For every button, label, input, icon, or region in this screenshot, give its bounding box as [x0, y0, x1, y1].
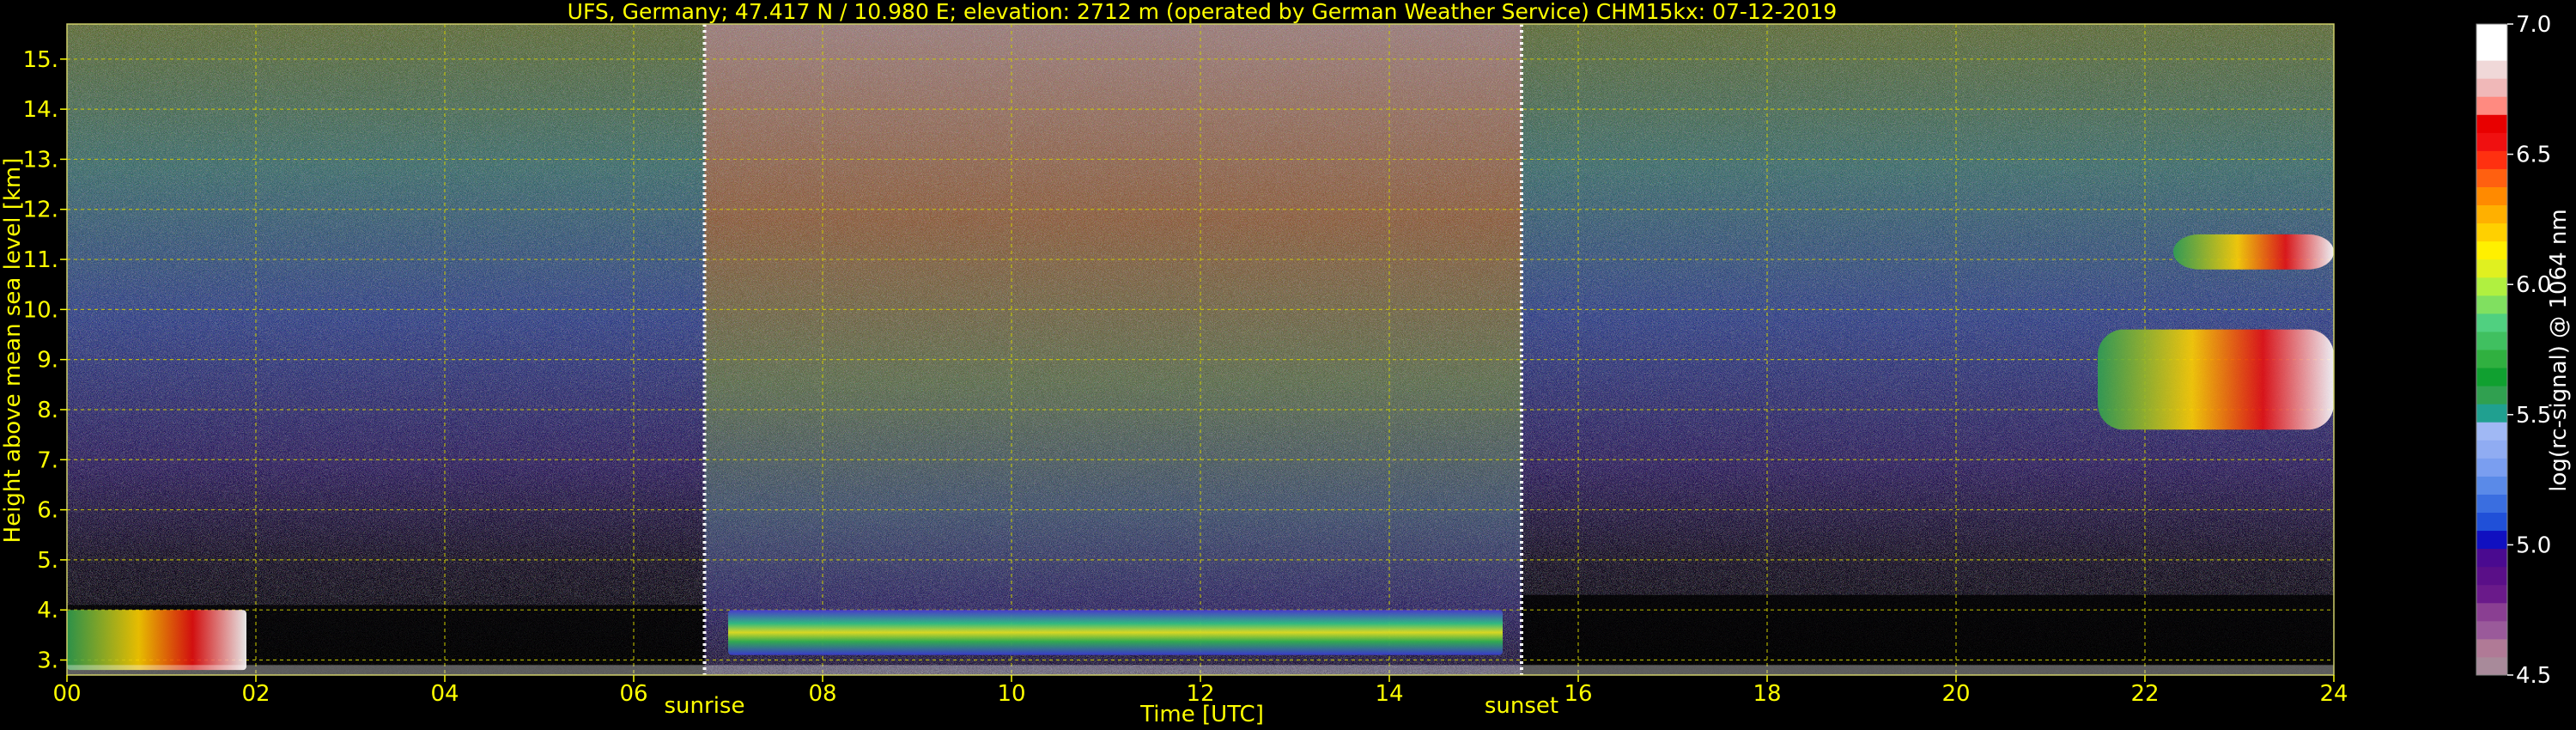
colorbar-swatch — [2476, 350, 2507, 368]
y-tick-label: 3. — [37, 648, 58, 674]
x-tick-label: 16 — [1564, 681, 1592, 707]
colorbar-swatch — [2476, 458, 2507, 477]
feature-high-cirrus-cloud — [2098, 329, 2334, 430]
colorbar-swatch — [2476, 277, 2507, 296]
colorbar-swatch — [2476, 476, 2507, 495]
x-tick-label: 10 — [997, 681, 1025, 707]
colorbar-swatch — [2476, 638, 2507, 658]
y-tick-label: 6. — [37, 498, 58, 524]
y-tick-label: 12. — [23, 198, 58, 223]
chart-svg: UFS, Germany; 47.417 N / 10.980 E; eleva… — [0, 0, 2572, 727]
y-axis-ticks: 3. 4. 5. 6. 7. 8. 9. 10. 11. 12. 13. 14. 15. — [23, 47, 67, 674]
x-tick-label: 24 — [2319, 681, 2348, 707]
feature-daytime-boundary-layer — [728, 610, 1503, 655]
colorbar-swatch — [2476, 656, 2507, 676]
y-tick-label: 10. — [23, 297, 58, 323]
colorbar-swatch — [2476, 440, 2507, 459]
lidar-chart: UFS, Germany; 47.417 N / 10.980 E; eleva… — [0, 0, 2576, 730]
x-tick-label: 04 — [430, 681, 459, 707]
colorbar-swatch — [2476, 42, 2507, 61]
colorbar-swatch — [2476, 168, 2507, 187]
marker-label-sunset: sunset — [1485, 693, 1558, 719]
colorbar-swatch — [2476, 494, 2507, 513]
colorbar-tick-label: 6.5 — [2516, 143, 2551, 168]
y-tick-label: 15. — [23, 47, 58, 73]
colorbar-swatch — [2476, 404, 2507, 423]
colorbar-swatch — [2476, 512, 2507, 532]
ground-return — [67, 665, 2334, 675]
colorbar-swatch — [2476, 566, 2507, 586]
colorbar-swatch — [2476, 295, 2507, 314]
y-tick-label: 9. — [37, 348, 58, 374]
x-tick-label: 22 — [2130, 681, 2159, 707]
colorbar-tick-label: 5.0 — [2516, 532, 2551, 558]
x-tick-label: 20 — [1941, 681, 1970, 707]
colorbar-swatch — [2476, 78, 2507, 97]
colorbar-swatch — [2476, 24, 2507, 43]
colorbar-swatch — [2476, 584, 2507, 604]
feature-night-residual-layer — [67, 610, 246, 671]
colorbar-swatch — [2476, 620, 2507, 640]
colorbar-swatch — [2476, 60, 2507, 79]
x-tick-label: 18 — [1753, 681, 1781, 707]
colorbar-swatch — [2476, 422, 2507, 441]
x-tick-label: 08 — [808, 681, 836, 707]
colorbar-swatch — [2476, 204, 2507, 224]
colorbar: 4.55.05.56.06.57.0 — [2476, 12, 2551, 689]
colorbar-swatch — [2476, 313, 2507, 332]
feature-upper-cirrus-cloud — [2173, 234, 2334, 270]
colorbar-swatch — [2476, 240, 2507, 260]
y-tick-label: 14. — [23, 97, 58, 123]
colorbar-swatch — [2476, 150, 2507, 169]
x-axis-label: Time [UTC] — [1139, 702, 1264, 727]
colorbar-swatch — [2476, 331, 2507, 350]
colorbar-swatch — [2476, 114, 2507, 133]
y-tick-label: 8. — [37, 398, 58, 423]
colorbar-swatch — [2476, 386, 2507, 405]
colorbar-swatch — [2476, 602, 2507, 622]
y-tick-label: 13. — [23, 147, 58, 173]
y-tick-label: 11. — [23, 247, 58, 273]
chart-title: UFS, Germany; 47.417 N / 10.980 E; eleva… — [568, 0, 1838, 24]
colorbar-swatch — [2476, 132, 2507, 151]
colorbar-swatch — [2476, 96, 2507, 115]
colorbar-swatch — [2476, 548, 2507, 568]
evening-lower-dark — [1522, 594, 2334, 675]
x-tick-label: 14 — [1375, 681, 1403, 707]
colorbar-swatch — [2476, 222, 2507, 242]
marker-label-sunrise: sunrise — [665, 693, 745, 719]
y-tick-label: 7. — [37, 447, 58, 473]
x-tick-label: 00 — [52, 681, 81, 707]
colorbar-swatch — [2476, 259, 2507, 278]
colorbar-label: log(rc-signal) @ 1064 nm — [2546, 209, 2572, 491]
x-tick-label: 02 — [241, 681, 270, 707]
colorbar-tick-label: 7.0 — [2516, 12, 2551, 38]
colorbar-swatch — [2476, 368, 2507, 386]
colorbar-swatch — [2476, 530, 2507, 550]
colorbar-tick-label: 4.5 — [2516, 663, 2551, 689]
colorbar-swatch — [2476, 186, 2507, 206]
y-tick-label: 4. — [37, 598, 58, 624]
x-tick-label: 06 — [619, 681, 647, 707]
y-axis-label: Height above mean sea level [km] — [0, 158, 26, 544]
y-tick-label: 5. — [37, 548, 58, 574]
